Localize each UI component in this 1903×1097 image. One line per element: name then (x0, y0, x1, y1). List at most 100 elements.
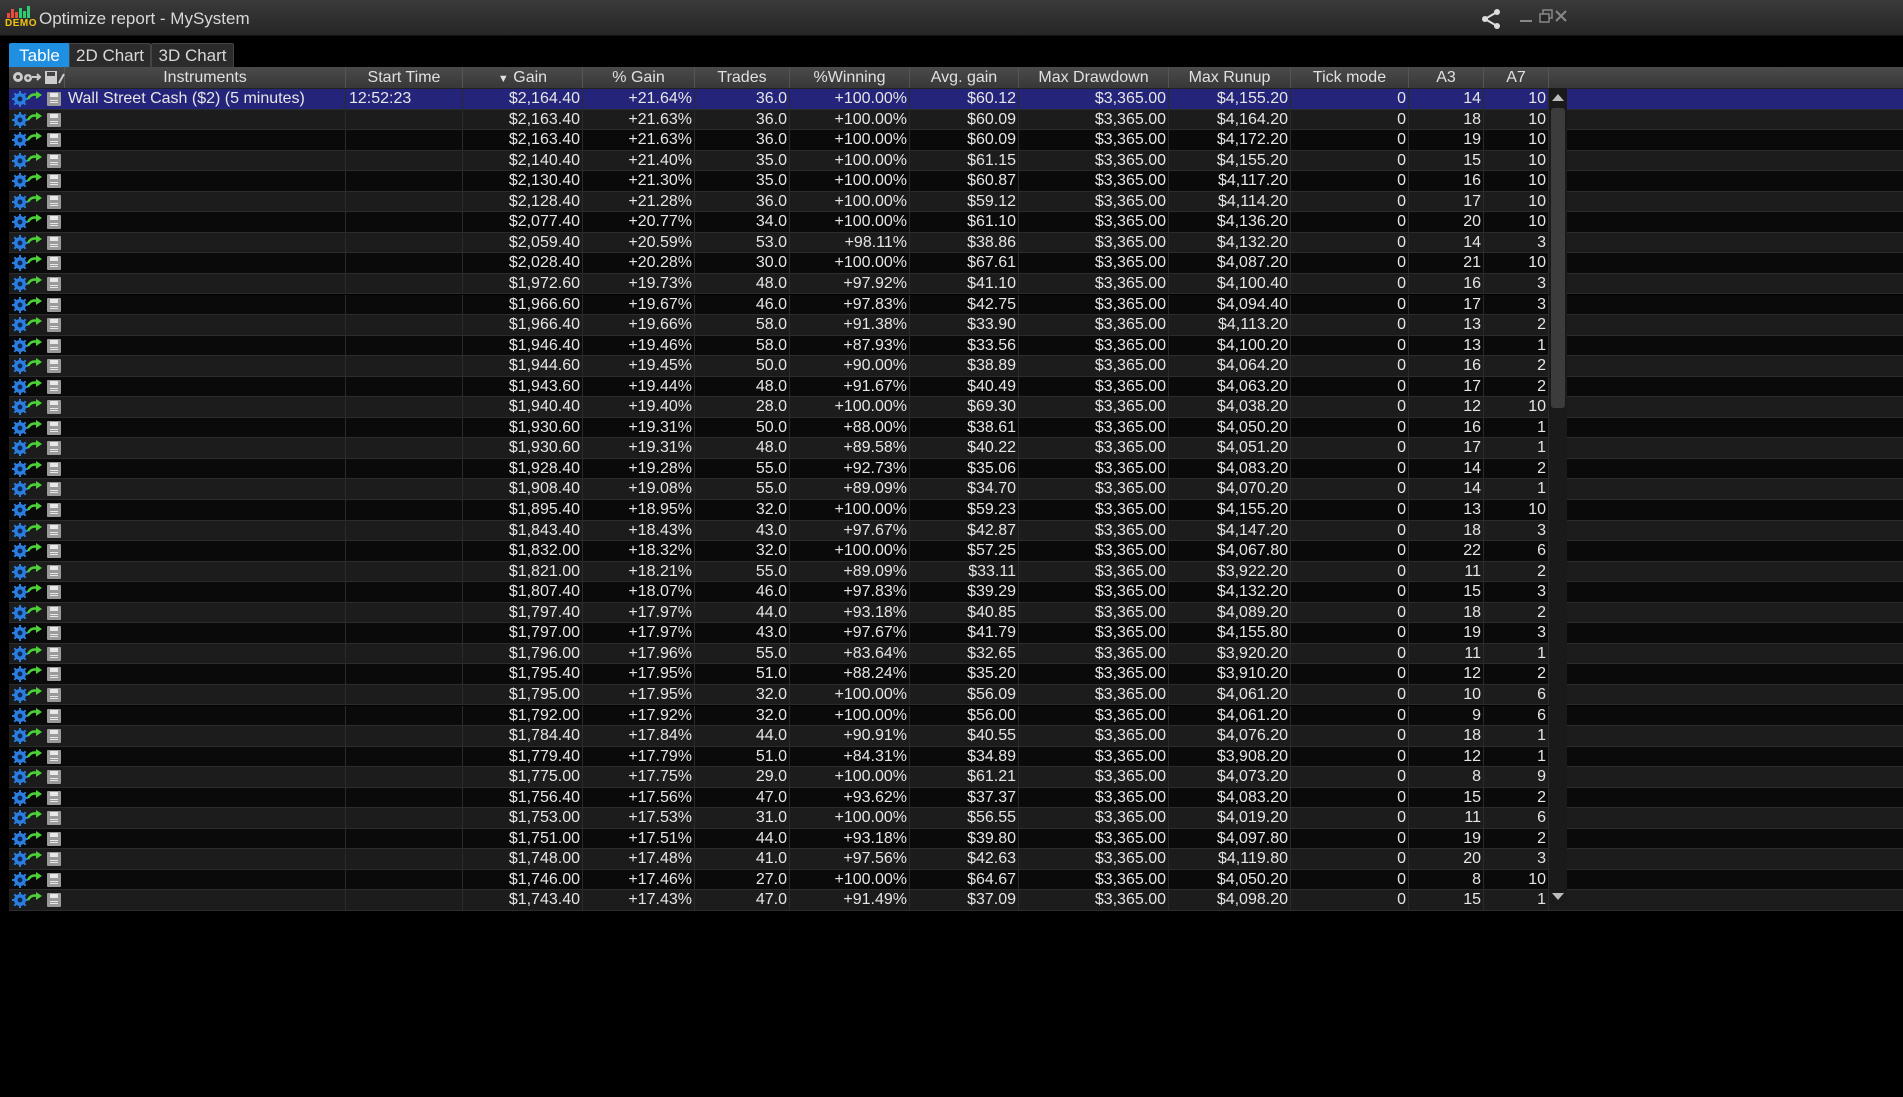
apply-settings-icon[interactable] (12, 234, 28, 251)
apply-settings-icon[interactable] (12, 152, 28, 169)
send-arrow-icon[interactable] (27, 419, 43, 434)
apply-settings-icon[interactable] (12, 296, 28, 313)
send-arrow-icon[interactable] (27, 481, 43, 495)
apply-settings-icon[interactable] (12, 851, 28, 868)
settings-icon[interactable] (9, 67, 65, 88)
save-icon[interactable] (47, 112, 61, 127)
apply-settings-icon[interactable] (12, 625, 28, 642)
save-icon[interactable] (47, 338, 61, 353)
apply-settings-icon[interactable] (12, 132, 28, 149)
send-arrow-icon[interactable] (27, 625, 43, 639)
apply-settings-icon[interactable] (12, 563, 28, 580)
table-row[interactable]: $1,966.40 +19.66% 58.0 +91.38% $33.90 $3,365.… (9, 315, 1903, 336)
minimize-icon[interactable] (1516, 8, 1536, 28)
save-icon[interactable] (47, 297, 61, 312)
table-row[interactable]: $2,077.40 +20.77% 34.0 +100.00% $61.10 $3,365… (9, 212, 1903, 233)
apply-settings-icon[interactable] (12, 871, 28, 888)
save-icon[interactable] (47, 585, 61, 600)
send-arrow-icon[interactable] (27, 851, 43, 865)
send-arrow-icon[interactable] (27, 686, 43, 701)
send-arrow-icon[interactable] (27, 871, 43, 886)
apply-settings-icon[interactable] (12, 193, 28, 210)
send-arrow-icon[interactable] (27, 522, 43, 537)
scroll-thumb[interactable] (1551, 108, 1565, 408)
save-icon[interactable] (47, 646, 61, 661)
column-header-start-time[interactable]: Start Time (346, 67, 463, 88)
table-row[interactable]: $1,930.60 +19.31% 50.0 +88.00% $38.61 $3,365.… (9, 417, 1903, 439)
tab-2d-chart[interactable]: 2D Chart (69, 43, 151, 68)
apply-settings-icon[interactable] (12, 337, 28, 354)
save-icon[interactable] (47, 626, 61, 641)
save-icon[interactable] (47, 400, 61, 415)
send-arrow-icon[interactable] (27, 337, 43, 352)
apply-settings-icon[interactable] (12, 604, 28, 621)
save-icon[interactable] (47, 523, 61, 538)
save-icon[interactable] (47, 92, 61, 106)
save-icon[interactable] (47, 194, 61, 209)
send-arrow-icon[interactable] (27, 584, 43, 598)
apply-settings-icon[interactable] (12, 748, 28, 765)
table-row[interactable]: $2,163.40 +21.63% 36.0 +100.00% $60.09 $3,365… (9, 130, 1903, 151)
send-arrow-icon[interactable] (27, 460, 43, 475)
save-icon[interactable] (47, 318, 61, 333)
apply-settings-icon[interactable] (12, 810, 28, 827)
table-row[interactable]: $1,779.40 +17.79% 51.0 +84.31% $34.89 $3,365.… (9, 746, 1903, 768)
save-icon[interactable] (47, 872, 61, 887)
table-row[interactable]: $1,796.00 +17.96% 55.0 +83.64% $32.65 $3,365.… (9, 643, 1903, 665)
close-icon[interactable] (1553, 8, 1567, 28)
column-header-trades[interactable]: Trades (695, 67, 790, 88)
send-arrow-icon[interactable] (27, 214, 43, 228)
table-row[interactable]: $2,059.40 +20.59% 53.0 +98.11% $38.86 $3,365.… (9, 232, 1903, 254)
send-arrow-icon[interactable] (27, 91, 43, 105)
table-row[interactable]: $1,908.40 +19.08% 55.0 +89.09% $34.70 $3,365.… (9, 479, 1903, 500)
column-header-pct-gain[interactable]: % Gain (583, 67, 695, 88)
tab-table[interactable]: Table (9, 43, 70, 68)
table-row[interactable]: $1,751.00 +17.51% 44.0 +93.18% $39.80 $3,365.… (9, 828, 1903, 850)
apply-settings-icon[interactable] (12, 481, 28, 498)
send-arrow-icon[interactable] (27, 275, 43, 290)
apply-settings-icon[interactable] (12, 728, 28, 745)
send-arrow-icon[interactable] (27, 748, 43, 763)
send-arrow-icon[interactable] (27, 193, 43, 208)
table-row[interactable]: $1,792.00 +17.92% 32.0 +100.00% $56.00 $3,365… (9, 705, 1903, 726)
save-icon[interactable] (47, 544, 61, 559)
table-row[interactable]: $2,163.40 +21.63% 36.0 +100.00% $60.09 $3,365… (9, 109, 1903, 131)
send-arrow-icon[interactable] (27, 255, 43, 269)
scroll-up-icon[interactable] (1552, 94, 1564, 101)
save-icon[interactable] (47, 708, 61, 723)
send-arrow-icon[interactable] (27, 892, 43, 906)
table-row[interactable]: $1,797.00 +17.97% 43.0 +97.67% $41.79 $3,365.… (9, 623, 1903, 644)
table-row[interactable]: Wall Street Cash ($2) (5 minutes) 12:52:2… (9, 89, 1903, 110)
table-row[interactable]: $1,928.40 +19.28% 55.0 +92.73% $35.06 $3,365.… (9, 458, 1903, 480)
table-row[interactable]: $1,895.40 +18.95% 32.0 +100.00% $59.23 $3,365… (9, 500, 1903, 521)
table-row[interactable]: $1,775.00 +17.75% 29.0 +100.00% $61.21 $3,365… (9, 767, 1903, 788)
send-arrow-icon[interactable] (27, 830, 43, 845)
apply-settings-icon[interactable] (12, 255, 28, 272)
apply-settings-icon[interactable] (12, 522, 28, 539)
apply-settings-icon[interactable] (12, 91, 28, 107)
send-arrow-icon[interactable] (27, 543, 43, 557)
send-arrow-icon[interactable] (27, 234, 43, 249)
vertical-scrollbar[interactable] (1549, 88, 1567, 904)
save-icon[interactable] (47, 215, 61, 230)
table-row[interactable]: $1,946.40 +19.46% 58.0 +87.93% $33.56 $3,365.… (9, 335, 1903, 357)
table-row[interactable]: $2,128.40 +21.28% 36.0 +100.00% $59.12 $3,365… (9, 191, 1903, 213)
table-row[interactable]: $1,784.40 +17.84% 44.0 +90.91% $40.55 $3,365.… (9, 726, 1903, 747)
send-arrow-icon[interactable] (27, 440, 43, 454)
apply-settings-icon[interactable] (12, 378, 28, 395)
save-icon[interactable] (47, 687, 61, 702)
send-arrow-icon[interactable] (27, 666, 43, 680)
save-icon[interactable] (47, 482, 61, 497)
column-header-pct-winning[interactable]: %Winning (790, 67, 910, 88)
send-arrow-icon[interactable] (27, 152, 43, 167)
apply-settings-icon[interactable] (12, 584, 28, 601)
save-icon[interactable] (47, 667, 61, 682)
column-header-instruments[interactable]: Instruments (65, 67, 346, 88)
table-row[interactable]: $1,821.00 +18.21% 55.0 +89.09% $33.11 $3,365.… (9, 561, 1903, 583)
send-arrow-icon[interactable] (27, 378, 43, 393)
send-arrow-icon[interactable] (27, 317, 43, 331)
save-icon[interactable] (47, 420, 61, 435)
send-arrow-icon[interactable] (27, 789, 43, 804)
save-icon[interactable] (47, 379, 61, 394)
save-icon[interactable] (47, 174, 61, 189)
